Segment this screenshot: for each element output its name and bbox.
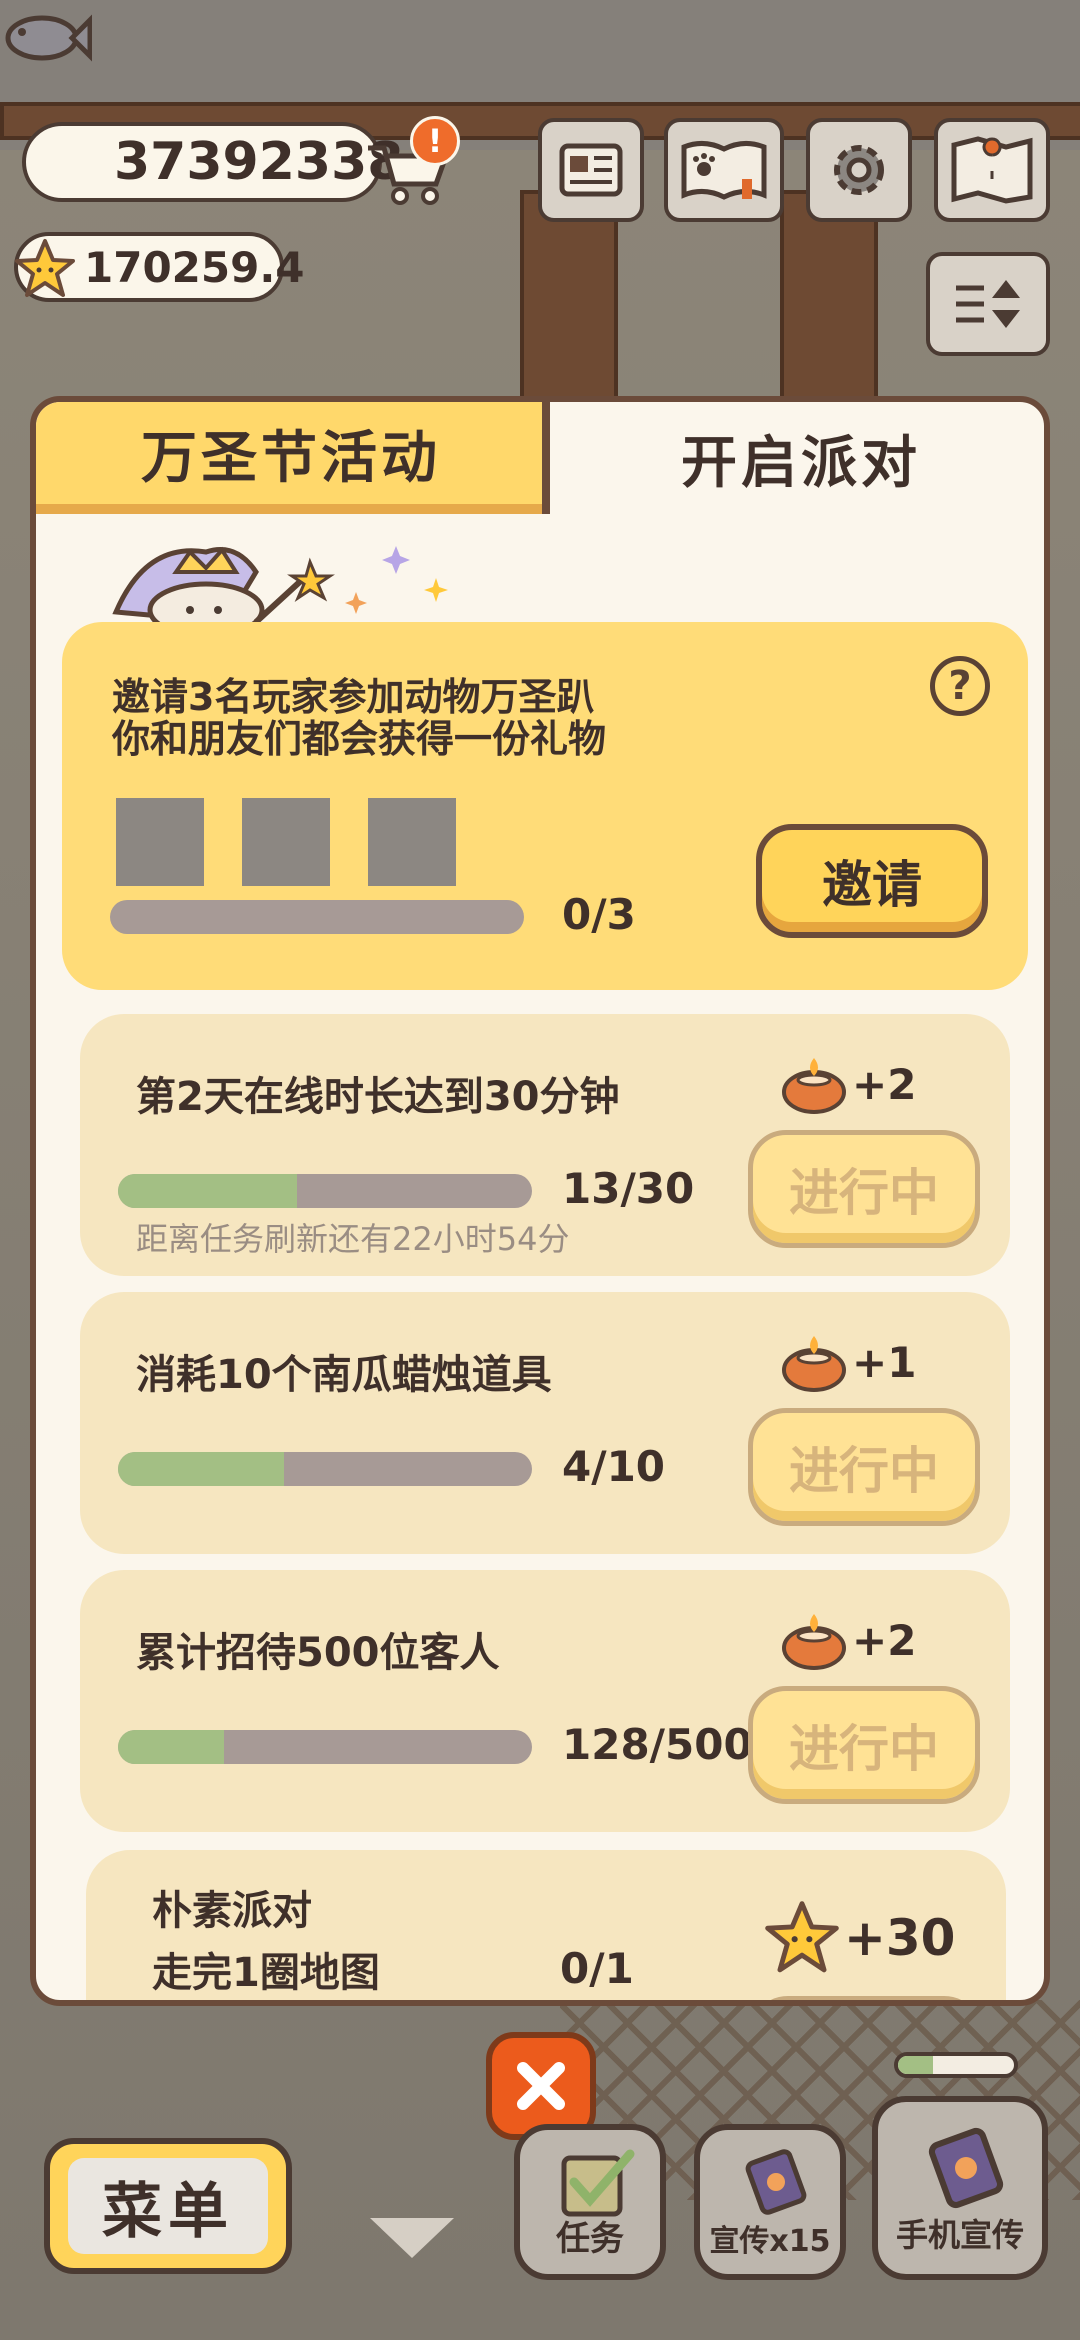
star-icon [765, 1901, 839, 1973]
task-title: 消耗10个南瓜蜡烛道具 [136, 1352, 552, 1398]
task-progress-fill [118, 1174, 298, 1208]
task-progress-fill [118, 1452, 284, 1486]
tab-halloween-event[interactable]: 万圣节活动 [36, 402, 546, 514]
sort-toggle-button[interactable] [926, 252, 1050, 356]
friend-slot-2 [242, 798, 330, 886]
friend-slot-3 [368, 798, 456, 886]
in-progress-button[interactable]: 进行中 [748, 1130, 980, 1248]
fish-currency[interactable]: 37392338 [22, 122, 403, 202]
invite-progress-count: 0/3 [562, 890, 636, 939]
pawbook-button[interactable] [664, 118, 784, 222]
task-reward: +2 [780, 1610, 916, 1670]
mini-progress-fill [898, 2056, 933, 2074]
task-card: 消耗10个南瓜蜡烛道具 4/10 +1 进行中 [80, 1292, 1010, 1554]
invite-button[interactable]: 邀请 [756, 824, 988, 938]
alert-badge: ! [410, 116, 460, 166]
phone-promo-button[interactable]: 手机宣传 [872, 2096, 1048, 2280]
task-button[interactable]: 任务 [514, 2124, 666, 2280]
friend-slot-1 [116, 798, 204, 886]
star-icon [15, 239, 75, 297]
menu-button[interactable]: 菜单 [44, 2138, 292, 2274]
task-progress-bar [118, 1174, 532, 1208]
task-reward-amount: +2 [852, 1615, 917, 1665]
help-icon[interactable]: ? [930, 656, 990, 716]
halloween-event-panel: 万圣节活动 开启派对 邀请3名玩家参加动物万圣趴 你和朋友们都会获得一份礼物 ?… [30, 396, 1050, 2006]
task-title-line-1: 朴素派对 [152, 1888, 312, 1934]
flyer-icon [745, 2149, 807, 2215]
task-button-label: 任务 [556, 2219, 624, 2259]
task-progress-count: 0/1 [560, 1944, 634, 1993]
task-refresh-timer: 距离任务刷新还有22小时54分 [136, 1220, 570, 1258]
task-action-button-partial[interactable] [750, 1996, 982, 2000]
task-progress-count: 128/500 [562, 1720, 753, 1769]
phone-promo-label: 手机宣传 [895, 2216, 1024, 2254]
task-title: 第2天在线时长达到30分钟 [136, 1074, 620, 1120]
pumpkin-candle-icon [782, 1614, 846, 1670]
sort-icon [956, 280, 1020, 328]
task-reward: +1 [780, 1332, 916, 1392]
invite-line-2: 你和朋友们都会获得一份礼物 [112, 717, 607, 761]
map-icon [951, 136, 1033, 204]
task-reward-amount: +2 [852, 1059, 917, 1109]
star-count: 170259.4 [84, 242, 305, 292]
invite-card: 邀请3名玩家参加动物万圣趴 你和朋友们都会获得一份礼物 ? 0/3 邀请 [62, 622, 1028, 990]
fish-icon [5, 14, 92, 62]
fish-count: 37392338 [114, 132, 404, 192]
pumpkin-candle-icon [782, 1058, 846, 1114]
pumpkin-candle-icon [782, 1336, 846, 1392]
promo-button[interactable]: 宣传x15 [694, 2124, 846, 2280]
task-reward: +30 [764, 1900, 955, 1976]
in-progress-button[interactable]: 进行中 [748, 1408, 980, 1526]
phone-flyer-icon [928, 2127, 1004, 2209]
task-title: 累计招待500位客人 [136, 1630, 500, 1676]
settings-button[interactable] [806, 118, 912, 222]
promo-button-label: 宣传x15 [709, 2224, 831, 2259]
task-title: 朴素派对 走完1圈地图 [152, 1880, 380, 2000]
task-progress-bar [118, 1452, 532, 1486]
task-card: 累计招待500位客人 128/500 +2 进行中 [80, 1570, 1010, 1832]
invite-line-1: 邀请3名玩家参加动物万圣趴 [112, 675, 595, 719]
collapse-arrow-icon[interactable] [370, 2218, 454, 2258]
paw-book-icon [681, 141, 767, 200]
task-reward-amount: +30 [844, 1909, 956, 1967]
invite-description: 邀请3名玩家参加动物万圣趴 你和朋友们都会获得一份礼物 [112, 676, 606, 760]
task-title-line-2: 走完1圈地图 [152, 1950, 380, 1996]
task-reward-amount: +1 [852, 1337, 917, 1387]
in-progress-button[interactable]: 进行中 [748, 1686, 980, 1804]
invite-progress-bar [110, 900, 524, 934]
task-card: 第2天在线时长达到30分钟 13/30 距离任务刷新还有22小时54分 +2 进… [80, 1014, 1010, 1276]
task-progress-fill [118, 1730, 224, 1764]
map-button[interactable] [934, 118, 1050, 222]
newspaper-button[interactable] [538, 118, 644, 222]
mini-progress-bar [894, 2052, 1018, 2078]
task-progress-count: 4/10 [562, 1442, 666, 1491]
task-progress-count: 13/30 [562, 1164, 695, 1213]
tab-start-party[interactable]: 开启派对 [546, 402, 1044, 514]
task-progress-bar [118, 1730, 532, 1764]
task-reward: +2 [780, 1054, 916, 1114]
close-icon [517, 2062, 565, 2110]
task-card: 朴素派对 走完1圈地图 0/1 +30 [86, 1850, 1006, 2000]
gear-icon [834, 145, 884, 195]
menu-label: 菜单 [68, 2158, 268, 2254]
newspaper-icon [559, 143, 623, 197]
